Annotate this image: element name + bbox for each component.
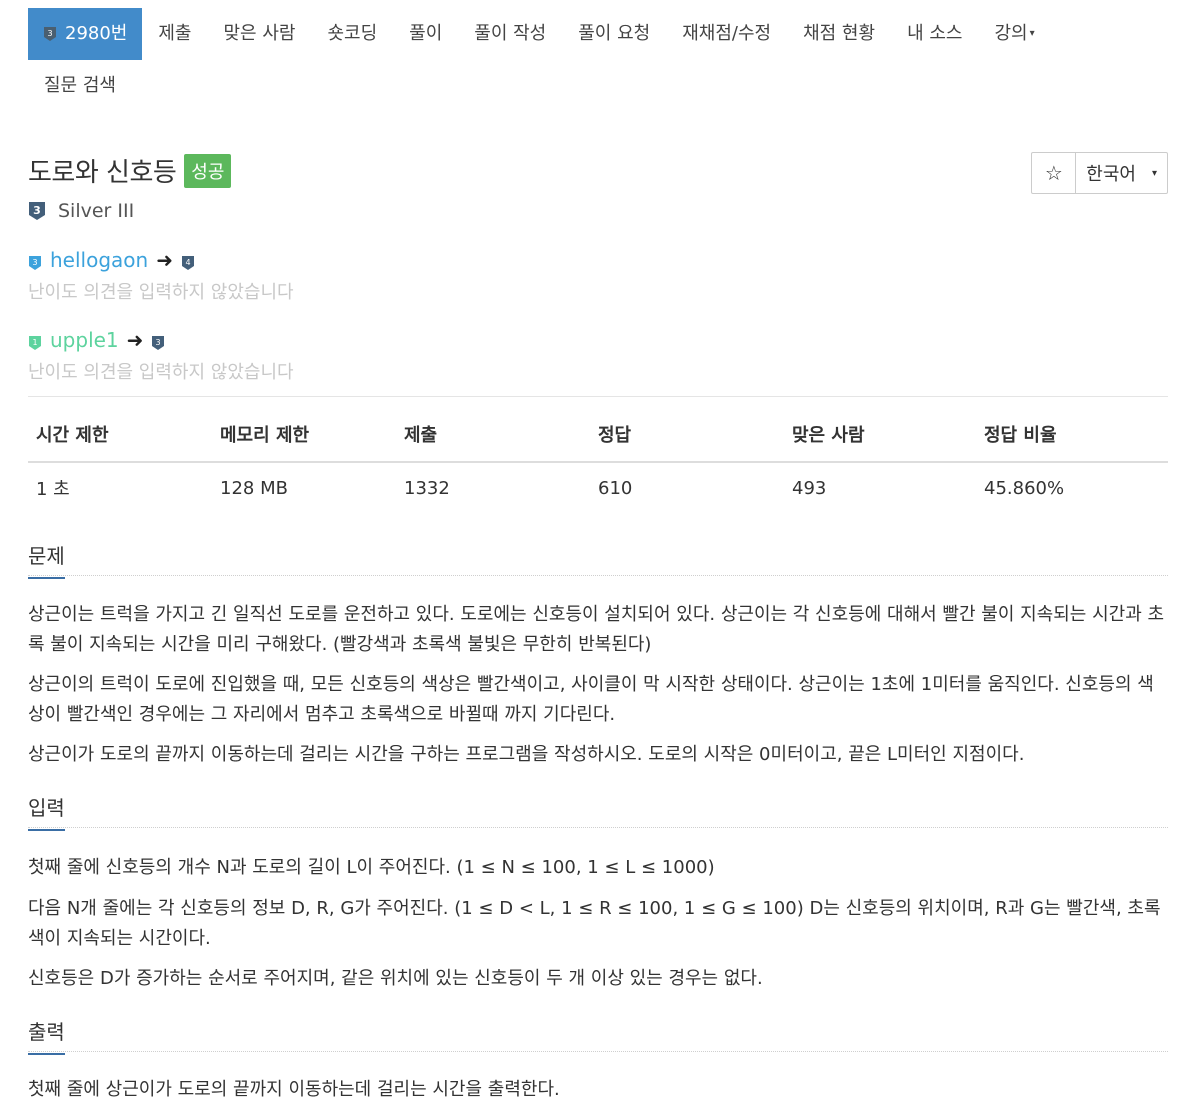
tab-lectures-dropdown[interactable]: 강의 ▾ [978, 8, 1050, 60]
input-paragraph: 첫째 줄에 신호등의 개수 N과 도로의 길이 L이 주어진다. (1 ≤ N … [28, 857, 715, 878]
header-accept-ratio: 정답 비율 [976, 418, 1168, 463]
gold-tier-icon: 1 [28, 332, 42, 350]
silver-tier-icon: 3 [28, 201, 46, 221]
tab-accepted-users[interactable]: 맞은 사람 [208, 8, 312, 60]
problem-title: 도로와 신호등 [28, 158, 177, 188]
section-divider [28, 575, 1168, 576]
input-paragraph: 다음 N개 줄에는 각 신호등의 정보 D, R, G가 주어진다. (1 ≤ … [28, 898, 1161, 949]
section-title: 출력 [28, 1016, 65, 1055]
header-time-limit: 시간 제한 [28, 418, 212, 463]
silver-tier-icon: 3 [151, 332, 165, 350]
user-link[interactable]: hellogaon [50, 248, 148, 272]
tab-problem-number[interactable]: 3 2980번 [28, 8, 143, 60]
status-badge: 성공 [184, 153, 232, 188]
tab-write-solution[interactable]: 풀이 작성 [458, 8, 562, 60]
memory-limit-value: 128 MB [220, 477, 288, 499]
svg-text:3: 3 [33, 204, 41, 217]
accepted-value: 610 [598, 477, 633, 499]
submissions-value: 1332 [404, 477, 450, 499]
section-divider [28, 1051, 1168, 1052]
section-divider [28, 827, 1168, 828]
problem-tier: 3 Silver III [28, 200, 134, 222]
divider [28, 396, 1168, 397]
svg-text:1: 1 [32, 338, 37, 347]
svg-text:3: 3 [156, 338, 161, 347]
opinion-text: 난이도 의견을 입력하지 않았습니다 [28, 282, 294, 303]
svg-text:3: 3 [32, 258, 37, 267]
problem-paragraph: 상근이가 도로의 끝까지 이동하는데 걸리는 시간을 구하는 프로그램을 작성하… [28, 744, 1025, 765]
section-output-header: 출력 [28, 1016, 1168, 1055]
star-button[interactable]: ☆ [1032, 153, 1077, 193]
caret-down-icon: ▾ [1151, 167, 1157, 179]
header-memory-limit: 메모리 제한 [212, 418, 396, 463]
section-title: 문제 [28, 540, 65, 579]
tab-status[interactable]: 채점 현황 [787, 8, 891, 60]
accept-ratio-value: 45.860% [984, 477, 1065, 499]
header-accepted: 정답 [590, 418, 784, 463]
tab-short-coding[interactable]: 숏코딩 [311, 8, 393, 60]
section-title: 입력 [28, 792, 65, 831]
input-paragraph: 신호등은 D가 증가하는 순서로 주어지며, 같은 위치에 있는 신호등이 두 … [28, 968, 763, 989]
tab-request-solution[interactable]: 풀이 요청 [562, 8, 666, 60]
difficulty-opinion: 1 upple1 ➜ 3 난이도 의견을 입력하지 않았습니다 [28, 328, 294, 384]
language-label: 한국어 [1086, 164, 1136, 185]
opinion-text: 난이도 의견을 입력하지 않았습니다 [28, 362, 294, 383]
problem-page: 3 2980번 제출 맞은 사람 숏코딩 풀이 풀이 작성 풀이 요청 재채점/… [0, 0, 1192, 1112]
svg-text:3: 3 [47, 29, 52, 38]
tab-my-source[interactable]: 내 소스 [891, 8, 978, 60]
user-link[interactable]: upple1 [50, 328, 119, 352]
table-header-row: 시간 제한 메모리 제한 제출 정답 맞은 사람 정답 비율 [28, 418, 1168, 463]
header-submissions: 제출 [396, 418, 590, 463]
silver-tier-icon: 3 [28, 252, 42, 270]
accepted-users-value: 493 [792, 477, 827, 499]
table-row: 1 초 128 MB 1332 610 493 45.860% [28, 462, 1168, 513]
tier-label: Silver III [58, 200, 135, 222]
output-paragraph: 첫째 줄에 상근이가 도로의 끝까지 이동하는데 걸리는 시간을 출력한다. [28, 1079, 560, 1100]
difficulty-opinion: 3 hellogaon ➜ 4 난이도 의견을 입력하지 않았습니다 [28, 248, 294, 304]
tab-question-search[interactable]: 질문 검색 [28, 60, 132, 112]
silver-tier-icon: 4 [181, 252, 195, 270]
problem-number-label: 2980번 [65, 23, 128, 44]
caret-down-icon: ▾ [1029, 28, 1035, 39]
problem-info-table: 시간 제한 메모리 제한 제출 정답 맞은 사람 정답 비율 1 초 128 M… [28, 418, 1168, 513]
problem-paragraph: 상근이의 트럭이 도로에 진입했을 때, 모든 신호등의 색상은 빨간색이고, … [28, 674, 1154, 725]
problem-actions: ☆ 한국어 ▾ [1031, 152, 1168, 194]
silver-tier-icon: 3 [43, 26, 57, 42]
svg-text:4: 4 [185, 258, 190, 267]
arrow-right-icon: ➜ [126, 328, 144, 352]
section-problem-header: 문제 [28, 540, 1168, 579]
tab-submit[interactable]: 제출 [142, 8, 207, 60]
arrow-right-icon: ➜ [156, 248, 173, 272]
tab-rejudge[interactable]: 재채점/수정 [666, 8, 787, 60]
section-input-header: 입력 [28, 792, 1168, 831]
problem-menu: 3 2980번 제출 맞은 사람 숏코딩 풀이 풀이 작성 풀이 요청 재채점/… [28, 8, 1168, 112]
time-limit-value: 1 초 [36, 479, 70, 500]
language-dropdown[interactable]: 한국어 ▾ [1076, 153, 1167, 193]
header-accepted-users: 맞은 사람 [784, 418, 976, 463]
problem-title-row: 도로와 신호등 성공 [28, 152, 232, 189]
tab-solutions[interactable]: 풀이 [393, 8, 458, 60]
star-icon: ☆ [1044, 161, 1063, 185]
problem-paragraph: 상근이는 트럭을 가지고 긴 일직선 도로를 운전하고 있다. 도로에는 신호등… [28, 604, 1165, 655]
lectures-label: 강의 [994, 23, 1028, 44]
